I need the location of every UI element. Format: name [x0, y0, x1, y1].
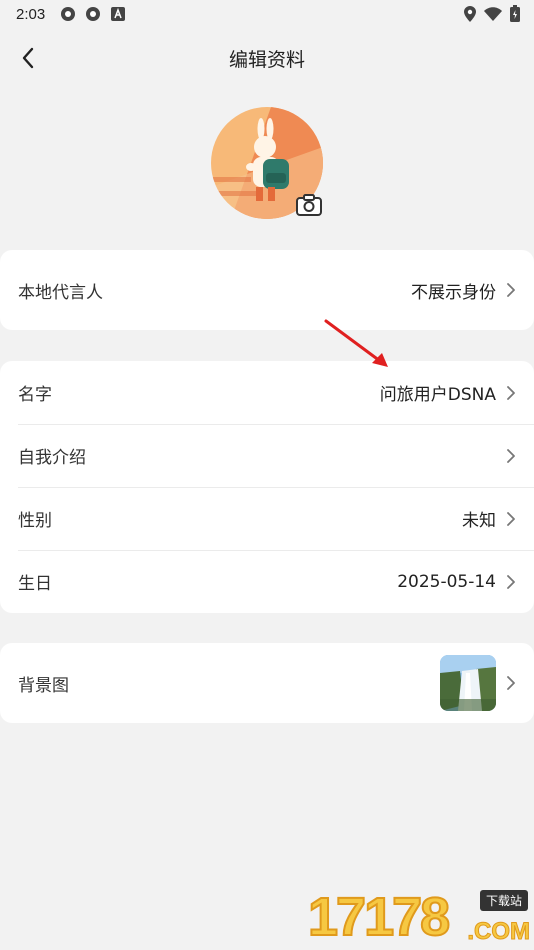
background-thumbnail: [440, 655, 496, 711]
page-title: 编辑资料: [228, 48, 305, 71]
spokesperson-row[interactable]: 本地代言人 不展示身份: [0, 250, 534, 330]
name-value: 问旅用户DSNA: [379, 385, 496, 405]
status-right-icons: [464, 5, 520, 22]
location-icon: [464, 5, 476, 22]
chevron-right-icon: [506, 675, 516, 691]
back-button[interactable]: [10, 40, 46, 76]
name-row[interactable]: 名字 问旅用户DSNA: [0, 361, 534, 424]
watermark-logo: 17178 下载站 .COM: [304, 886, 534, 950]
chevron-right-icon: [506, 574, 516, 590]
nav-bar: 编辑资料: [0, 34, 534, 82]
watermark-number: 17178: [307, 886, 451, 948]
birthday-label: 生日: [18, 574, 52, 594]
gender-row[interactable]: 性别 未知: [0, 487, 534, 550]
spokesperson-label: 本地代言人: [18, 282, 103, 303]
chevron-right-icon: [506, 282, 516, 298]
wifi-icon: [484, 6, 502, 21]
chevron-right-icon: [506, 385, 516, 401]
status-time: 2:03: [16, 5, 46, 23]
watermark-suffix: .COM: [467, 918, 531, 946]
status-bar: 2:03: [0, 0, 534, 28]
notification-app-icon: [59, 5, 77, 23]
notification-a-icon: [109, 5, 127, 23]
background-label: 背景图: [18, 675, 69, 696]
watermark-badge: 下载站: [479, 890, 528, 911]
birthday-value: 2025-05-14: [397, 571, 496, 592]
avatar-upload[interactable]: [211, 107, 323, 219]
gender-label: 性别: [18, 511, 52, 531]
gender-value: 未知: [462, 511, 496, 531]
camera-icon: [296, 194, 322, 216]
profile-info-card: 名字 问旅用户DSNA 自我介绍 性别 未知 生日 2025-05-14: [0, 361, 534, 613]
intro-row[interactable]: 自我介绍: [0, 424, 534, 487]
chevron-left-icon: [22, 47, 34, 69]
background-card: 背景图: [0, 643, 534, 723]
name-label: 名字: [18, 385, 52, 405]
chevron-right-icon: [506, 448, 516, 464]
intro-label: 自我介绍: [18, 448, 86, 468]
background-row[interactable]: 背景图: [0, 643, 534, 723]
chevron-right-icon: [506, 511, 516, 527]
birthday-row[interactable]: 生日 2025-05-14: [0, 550, 534, 613]
notification-app-icon: [84, 5, 102, 23]
battery-icon: [510, 5, 520, 22]
spokesperson-card: 本地代言人 不展示身份: [0, 250, 534, 330]
spokesperson-value: 不展示身份: [411, 282, 496, 303]
